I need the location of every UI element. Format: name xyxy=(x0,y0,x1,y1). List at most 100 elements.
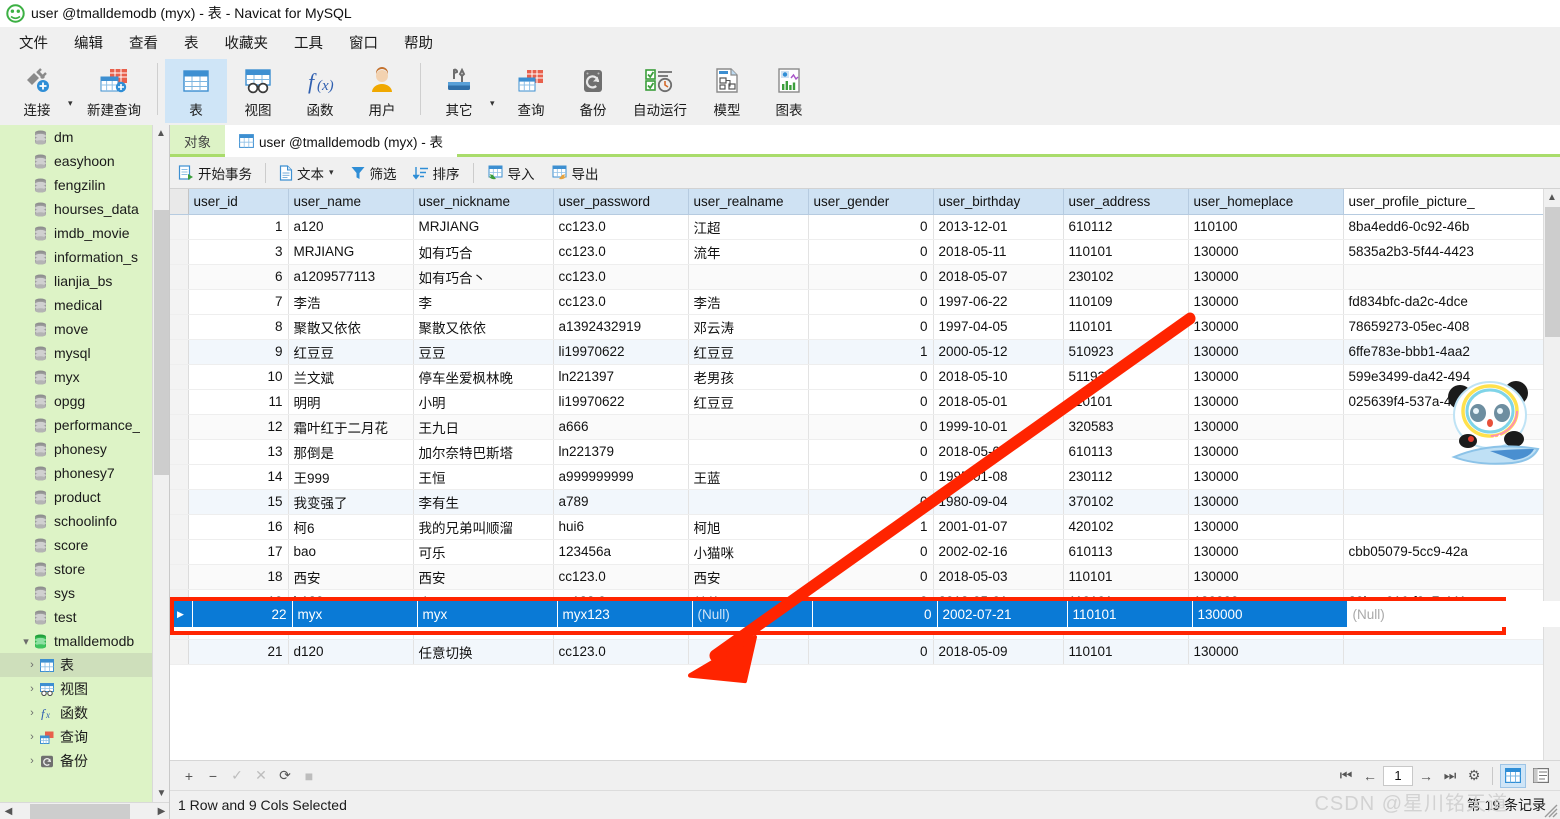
cell-user-nickname[interactable]: 如有巧合丶 xyxy=(413,264,554,290)
ribbon-user-button[interactable]: 用户 xyxy=(351,59,413,123)
last-page-button[interactable]: ⏭ xyxy=(1439,765,1461,787)
ribbon-connection-button[interactable]: 连接 xyxy=(6,59,68,123)
cell-user-profile-picture[interactable]: 8ba4edd6-0c92-46b xyxy=(1343,214,1560,240)
cell-user-profile-picture[interactable] xyxy=(1343,514,1560,540)
cell-user-homeplace[interactable]: 130000 xyxy=(1188,264,1344,290)
row-header-cell[interactable] xyxy=(170,314,189,340)
ribbon-new-query-button[interactable]: 新建查询 xyxy=(78,59,150,123)
text-button[interactable]: 文本 ▾ xyxy=(271,160,342,186)
sidebar-node-opgg[interactable]: opgg xyxy=(0,389,169,413)
cell-user-password[interactable]: li19970622 xyxy=(553,339,689,365)
cell-user-name[interactable]: a1209577113 xyxy=(288,264,414,290)
sidebar-node-easyhoon[interactable]: easyhoon xyxy=(0,149,169,173)
cell-user-birthday[interactable]: 2013-12-01 xyxy=(933,214,1064,240)
table-row[interactable]: 7 李浩李 cc123.0 李浩 0 1997-06-22 110109 130000 fd83… xyxy=(170,289,1560,315)
column-header-user-password[interactable]: user_password xyxy=(553,189,689,215)
cell-user-homeplace[interactable]: 130000 xyxy=(1188,439,1344,465)
cell-user-homeplace[interactable]: 130000 xyxy=(1188,339,1344,365)
cell-user-gender[interactable]: 0 xyxy=(812,601,938,627)
ribbon-model-button[interactable]: 模型 xyxy=(696,59,758,123)
table-row[interactable]: 3 MRJIANG 如有巧合 cc123.0 流年 0 2018-05-11 110101 13… xyxy=(170,239,1560,265)
cell-user-nickname[interactable]: 如有巧合 xyxy=(413,239,554,265)
cell-user-id[interactable]: 6 xyxy=(188,264,289,290)
sidebar-node-medical[interactable]: medical xyxy=(0,293,169,317)
sidebar-node-lianjia_bs[interactable]: lianjia_bs xyxy=(0,269,169,293)
cell-user-nickname[interactable]: myx xyxy=(417,601,558,627)
table-row[interactable]: 18 西安 西安 cc123.0 西安 0 2018-05-03 110101 130000 xyxy=(170,564,1560,590)
cell-user-gender[interactable]: 0 xyxy=(808,314,934,340)
sidebar-node-dm[interactable]: dm xyxy=(0,125,169,149)
cell-user-realname[interactable]: 李浩 xyxy=(688,289,809,315)
page-number-input[interactable]: 1 xyxy=(1383,765,1413,786)
connection-dropdown-caret[interactable]: ▾ xyxy=(68,98,78,109)
column-header-user-nickname[interactable]: user_nickname xyxy=(413,189,554,215)
cell-user-birthday[interactable]: 1999-10-01 xyxy=(933,414,1064,440)
cell-user-profile-picture[interactable]: cbb05079-5cc9-42a xyxy=(1343,539,1560,565)
cell-user-password[interactable]: cc123.0 xyxy=(553,239,689,265)
cell-user-address[interactable]: 110101 xyxy=(1063,639,1189,665)
cell-user-birthday[interactable]: 1995-01-08 xyxy=(933,464,1064,490)
cell-user-birthday[interactable]: 2018-05-09 xyxy=(933,639,1064,665)
cell-user-birthday[interactable]: 2018-05-01 xyxy=(933,389,1064,415)
row-header-cell[interactable] xyxy=(170,464,189,490)
cell-user-name[interactable]: bao xyxy=(288,539,414,565)
scroll-up-icon[interactable]: ▲ xyxy=(153,125,169,142)
cell-user-realname[interactable]: 西安 xyxy=(688,564,809,590)
import-button[interactable]: 导入 xyxy=(479,160,543,186)
twisty-expanded-icon[interactable]: ▾ xyxy=(18,635,34,648)
cell-user-password[interactable]: cc123.0 xyxy=(553,639,689,665)
sidebar-node-函数[interactable]: › f x 函数 xyxy=(0,701,169,725)
cell-user-id[interactable]: 18 xyxy=(188,564,289,590)
row-header-cell[interactable] xyxy=(170,539,189,565)
scroll-thumb[interactable] xyxy=(1545,207,1560,337)
grid-view-toggle[interactable] xyxy=(1500,763,1526,788)
cell-user-id[interactable]: 13 xyxy=(188,439,289,465)
cell-user-password[interactable]: ln221379 xyxy=(553,439,689,465)
cell-user-name[interactable]: 明明 xyxy=(288,389,414,415)
cell-user-profile-picture[interactable] xyxy=(1343,464,1560,490)
cell-user-nickname[interactable]: MRJIANG xyxy=(413,214,554,240)
cell-user-birthday[interactable]: 2000-05-12 xyxy=(933,339,1064,365)
sidebar-horizontal-scrollbar[interactable]: ◀ ▶ xyxy=(0,802,169,819)
cell-user-password[interactable]: hui6 xyxy=(553,514,689,540)
selected-record-table[interactable]: ▶ 22 myx myx myx123 (Null) 0 2002-07-21 … xyxy=(174,601,1560,627)
cell-user-gender[interactable]: 0 xyxy=(808,439,934,465)
cell-user-birthday[interactable]: 2002-07-21 xyxy=(937,601,1068,627)
cell-user-address[interactable]: 110109 xyxy=(1063,289,1189,315)
sidebar-node-fengzilin[interactable]: fengzilin xyxy=(0,173,169,197)
table-row[interactable]: 8 聚散又依依 聚散又依依 a1392432919 邓云涛 0 1997-04-05 1101… xyxy=(170,314,1560,340)
row-header-cell[interactable] xyxy=(170,239,189,265)
ribbon-function-button[interactable]: f (x) 函数 xyxy=(289,59,351,123)
sidebar-node-mysql[interactable]: mysql xyxy=(0,341,169,365)
row-header-cell[interactable] xyxy=(170,339,189,365)
cell-user-homeplace[interactable]: 110100 xyxy=(1188,214,1344,240)
first-page-button[interactable]: ⏮ xyxy=(1335,765,1357,787)
cell-user-profile-picture[interactable] xyxy=(1343,564,1560,590)
cell-user-realname[interactable] xyxy=(688,439,809,465)
tab-objects[interactable]: 对象 xyxy=(170,125,225,157)
cell-user-homeplace[interactable]: 130000 xyxy=(1192,601,1348,627)
sidebar-node-product[interactable]: product xyxy=(0,485,169,509)
cell-user-password[interactable]: ln221397 xyxy=(553,364,689,390)
row-header-cell[interactable] xyxy=(170,564,189,590)
cell-user-nickname[interactable]: 聚散又依依 xyxy=(413,314,554,340)
row-header-cell[interactable] xyxy=(170,389,189,415)
cell-user-address[interactable]: 230112 xyxy=(1063,464,1189,490)
cell-user-gender[interactable]: 0 xyxy=(808,364,934,390)
table-row[interactable]: 13 那倒是 加尔奈特巴斯塔 ln221379 0 2018-05-04 610113 130… xyxy=(170,439,1560,465)
cell-user-name[interactable]: myx xyxy=(292,601,418,627)
twisty-collapsed-icon[interactable]: › xyxy=(24,659,40,671)
sidebar-vertical-scrollbar[interactable]: ▲ ▼ xyxy=(152,125,169,819)
twisty-collapsed-icon[interactable]: › xyxy=(24,755,40,767)
cell-user-password[interactable]: cc123.0 xyxy=(553,289,689,315)
cell-user-gender[interactable]: 1 xyxy=(808,514,934,540)
cell-user-address[interactable]: 110101 xyxy=(1063,314,1189,340)
cell-user-homeplace[interactable]: 130000 xyxy=(1188,539,1344,565)
ribbon-table-button[interactable]: 表 xyxy=(165,59,227,123)
table-row[interactable]: 11 明明 小明 li19970622 红豆豆 0 2018-05-01 110101 1300… xyxy=(170,389,1560,415)
cell-user-address[interactable]: 320583 xyxy=(1063,414,1189,440)
cell-user-id[interactable]: 21 xyxy=(188,639,289,665)
cell-user-gender[interactable]: 0 xyxy=(808,214,934,240)
ribbon-others-button[interactable]: 其它 xyxy=(428,59,490,123)
column-header-user-profile-picture[interactable]: user_profile_picture_ xyxy=(1343,189,1560,215)
